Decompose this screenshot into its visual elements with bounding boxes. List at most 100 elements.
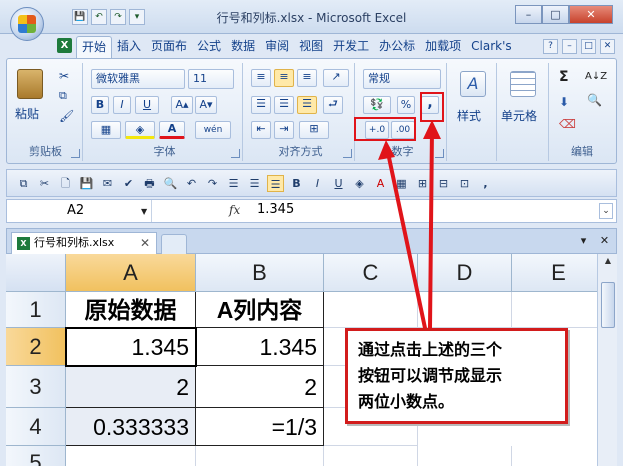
cell-b4[interactable]: =1/3 <box>196 408 324 446</box>
shrink-font-button[interactable]: A▾ <box>195 96 217 114</box>
tab-developer[interactable]: 开发工 <box>328 36 374 58</box>
print-icon[interactable]: 🖶 <box>141 175 158 192</box>
comma-style-button[interactable]: , <box>421 96 439 114</box>
increase-indent-button[interactable]: ⇥ <box>274 121 294 139</box>
document-menu-icon[interactable]: ▾ <box>576 233 591 248</box>
tab-home[interactable]: 开始 <box>76 36 113 58</box>
tab-view[interactable]: 视图 <box>294 36 328 58</box>
decrease-indent-button[interactable]: ⇤ <box>251 121 271 139</box>
name-box[interactable]: A2 <box>7 200 152 222</box>
insert-rows-icon[interactable]: ⊟ <box>435 175 452 192</box>
row-header-2[interactable]: 2 <box>6 328 66 366</box>
expand-formula-bar-icon[interactable]: ⌄ <box>599 203 613 219</box>
bold-button[interactable]: B <box>91 96 109 114</box>
cell-e5[interactable] <box>512 446 597 466</box>
tab-page-layout[interactable]: 页面布 <box>146 36 192 58</box>
insert-columns-icon[interactable]: ⊡ <box>456 175 473 192</box>
align-center-toolbar-icon[interactable]: ☰ <box>246 175 263 192</box>
column-header-c[interactable]: C <box>324 254 418 292</box>
tab-insert[interactable]: 插入 <box>112 36 146 58</box>
tab-data[interactable]: 数据 <box>226 36 260 58</box>
tab-review[interactable]: 审阅 <box>260 36 294 58</box>
row-header-5[interactable]: 5 <box>6 446 66 466</box>
cell-b5[interactable] <box>196 446 324 466</box>
document-tab-close-icon[interactable]: ✕ <box>140 233 150 253</box>
new-document-tab[interactable] <box>161 234 187 254</box>
phonetic-guide-button[interactable]: wén <box>195 121 231 139</box>
cut-icon[interactable]: ✂ <box>59 69 69 83</box>
row-header-1[interactable]: 1 <box>6 292 66 328</box>
grow-font-button[interactable]: A▴ <box>171 96 193 114</box>
email-icon[interactable]: ✉ <box>99 175 116 192</box>
tab-clarks[interactable]: Clark's <box>466 36 517 58</box>
find-select-icon[interactable]: 🔍 <box>587 93 602 107</box>
format-painter-icon[interactable]: 🖌 <box>59 109 74 123</box>
align-right-toolbar-icon[interactable]: ☰ <box>267 174 284 192</box>
cell-c5[interactable] <box>324 446 418 466</box>
cut-toolbar-icon[interactable]: ✂ <box>36 175 53 192</box>
cell-a4[interactable]: 0.333333 <box>66 408 196 446</box>
cell-c1[interactable] <box>324 292 418 328</box>
cell-d1[interactable] <box>418 292 512 328</box>
clear-icon[interactable]: ⌫ <box>559 117 576 131</box>
font-name-select[interactable]: 微软雅黑 <box>91 69 185 89</box>
sort-filter-icon[interactable]: A↓Z <box>585 71 607 82</box>
tab-formulas[interactable]: 公式 <box>192 36 226 58</box>
font-color-button[interactable]: A <box>159 121 185 139</box>
office-button[interactable] <box>10 7 44 41</box>
check-icon[interactable]: ✔ <box>120 175 137 192</box>
borders-button[interactable]: ▦ <box>91 121 121 139</box>
scroll-up-icon[interactable]: ▲ <box>601 256 615 270</box>
formula-input[interactable]: 1.345 <box>257 202 294 217</box>
cells-button-label[interactable]: 单元格 <box>501 107 537 124</box>
autosum-icon[interactable]: Σ <box>559 69 569 85</box>
bold-toolbar-icon[interactable]: B <box>288 175 305 192</box>
fill-color-toolbar-icon[interactable]: ◈ <box>351 175 368 192</box>
styles-button-label[interactable]: 样式 <box>457 107 481 124</box>
comma-toolbar-icon[interactable]: , <box>477 175 494 192</box>
ribbon-minimize-icon[interactable]: – <box>562 39 577 54</box>
cell-a5[interactable] <box>66 446 196 466</box>
percent-style-button[interactable]: % <box>397 96 415 114</box>
currency-format-button[interactable]: 💱 <box>363 96 391 114</box>
number-launcher-icon[interactable] <box>435 149 444 158</box>
document-close-icon[interactable]: ✕ <box>597 233 612 248</box>
underline-button[interactable]: U <box>135 96 159 114</box>
orientation-button[interactable]: ↗ <box>323 69 349 87</box>
cell-a1[interactable]: 原始数据 <box>66 292 196 328</box>
row-header-3[interactable]: 3 <box>6 366 66 408</box>
column-header-d[interactable]: D <box>418 254 512 292</box>
fill-color-button[interactable]: ◈ <box>125 121 155 139</box>
number-format-select[interactable]: 常规 <box>363 69 441 89</box>
tab-addins[interactable]: 加载项 <box>420 36 466 58</box>
decrease-decimal-button[interactable]: .00 <box>391 121 415 139</box>
cell-a2[interactable]: 1.345 <box>66 328 196 366</box>
cell-b2[interactable]: 1.345 <box>196 328 324 366</box>
ribbon-restore-icon[interactable]: □ <box>581 39 596 54</box>
cell-a3[interactable]: 2 <box>66 366 196 408</box>
underline-toolbar-icon[interactable]: U <box>330 175 347 192</box>
align-bottom-button[interactable]: ≡ <box>297 69 317 87</box>
tab-office-tags[interactable]: 办公标 <box>374 36 420 58</box>
wrap-text-button[interactable]: ⮐ <box>323 96 343 114</box>
borders-toolbar-icon[interactable]: ▦ <box>393 175 410 192</box>
close-button[interactable]: ✕ <box>569 5 613 24</box>
copy-icon[interactable]: ⧉ <box>59 89 67 103</box>
select-all-corner[interactable] <box>6 254 66 292</box>
font-size-select[interactable]: 11 <box>188 69 234 89</box>
cells-icon[interactable] <box>510 71 536 97</box>
merge-toolbar-icon[interactable]: ⊞ <box>414 175 431 192</box>
italic-button[interactable]: I <box>113 96 131 114</box>
fill-icon[interactable]: ⬇ <box>559 95 569 109</box>
cell-e1[interactable] <box>512 292 597 328</box>
document-tab[interactable]: X 行号和列标.xlsx ✕ <box>11 232 157 254</box>
clipboard-launcher-icon[interactable] <box>71 149 80 158</box>
font-launcher-icon[interactable] <box>231 149 240 158</box>
align-top-button[interactable]: ≡ <box>251 69 271 87</box>
maximize-button[interactable]: □ <box>542 5 569 24</box>
row-header-4[interactable]: 4 <box>6 408 66 446</box>
scroll-thumb[interactable] <box>601 282 615 328</box>
font-color-toolbar-icon[interactable]: A <box>372 175 389 192</box>
column-header-e[interactable]: E <box>512 254 597 292</box>
ribbon-close-icon[interactable]: ✕ <box>600 39 615 54</box>
